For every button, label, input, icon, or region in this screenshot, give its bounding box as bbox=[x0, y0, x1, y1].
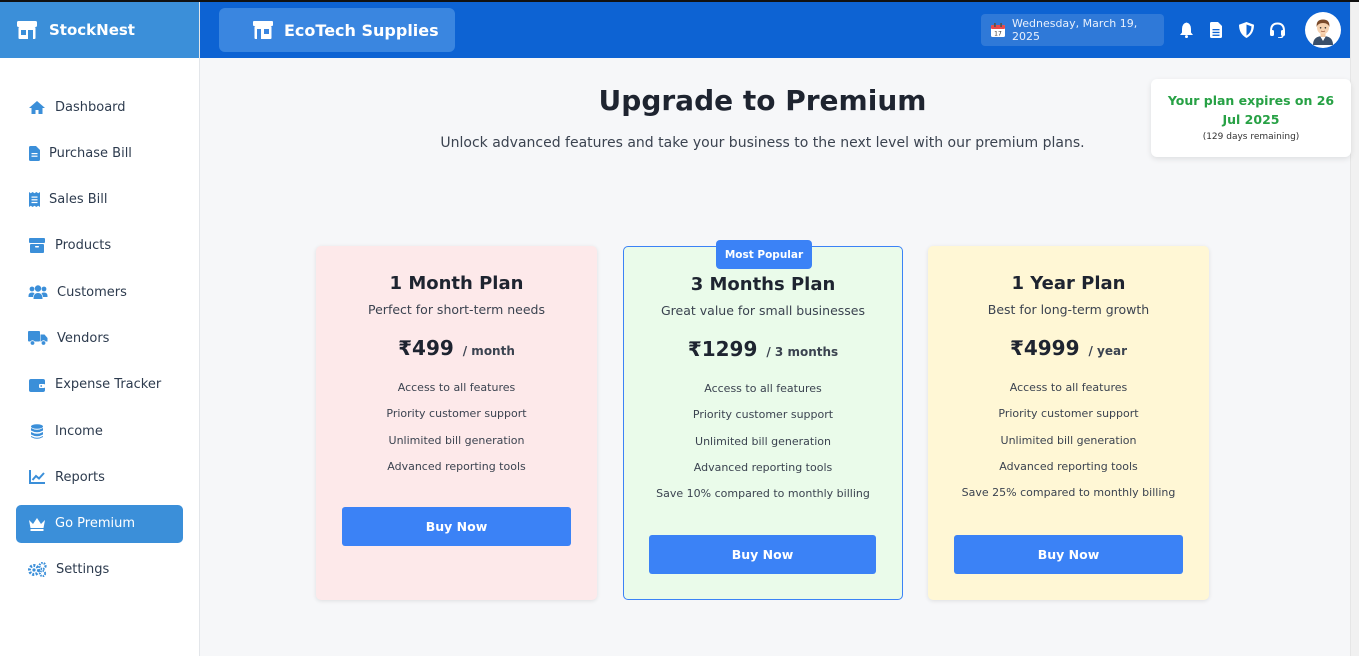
sidebar-item-purchase-bill[interactable]: Purchase Bill bbox=[16, 134, 183, 172]
plan-price: ₹1299 / 3 months bbox=[624, 337, 902, 361]
sidebar-item-label: Vendors bbox=[57, 330, 110, 346]
wallet-icon bbox=[28, 377, 46, 393]
plan-card-3-months: Most Popular 3 Months Plan Great value f… bbox=[623, 240, 903, 600]
shop-icon bbox=[253, 21, 273, 39]
sidebar-item-label: Reports bbox=[55, 469, 105, 485]
sidebar-item-label: Customers bbox=[57, 284, 127, 300]
home-icon bbox=[28, 99, 46, 115]
sidebar-item-reports[interactable]: Reports bbox=[16, 458, 183, 496]
sidebar-item-label: Purchase Bill bbox=[49, 145, 132, 161]
sidebar-item-go-premium[interactable]: Go Premium bbox=[16, 504, 183, 543]
gears-icon bbox=[28, 562, 47, 578]
plan-card-1-year: 1 Year Plan Best for long-term growth ₹4… bbox=[928, 246, 1209, 600]
feature-item: Advanced reporting tools bbox=[693, 460, 833, 474]
plan-tagline: Perfect for short-term needs bbox=[368, 302, 545, 317]
plan-card-1-month: 1 Month Plan Perfect for short-term need… bbox=[316, 246, 597, 600]
sidebar-item-label: Income bbox=[55, 423, 103, 439]
sidebar-item-sales-bill[interactable]: Sales Bill bbox=[16, 181, 183, 219]
sidebar-item-label: Settings bbox=[56, 562, 110, 578]
feature-list: Access to all features Priority customer… bbox=[316, 378, 597, 483]
sidebar-item-label: Products bbox=[55, 238, 112, 254]
users-icon bbox=[28, 284, 48, 300]
feature-item: Unlimited bill generation bbox=[388, 433, 525, 447]
feature-item: Priority customer support bbox=[386, 407, 527, 421]
feature-list: Access to all features Priority customer… bbox=[624, 379, 902, 510]
sidebar-item-settings[interactable]: Settings bbox=[16, 551, 183, 589]
document-icon[interactable] bbox=[1207, 21, 1225, 39]
sidebar-item-label: Sales Bill bbox=[49, 192, 108, 208]
buy-now-button[interactable]: Buy Now bbox=[342, 507, 571, 546]
calendar-icon: 17 bbox=[991, 23, 1005, 38]
feature-item: Save 25% compared to monthly billing bbox=[961, 486, 1176, 500]
shield-icon[interactable] bbox=[1237, 21, 1255, 39]
price-amount: ₹499 bbox=[398, 336, 454, 360]
store-name: EcoTech Supplies bbox=[284, 20, 439, 40]
sidebar-item-label: Expense Tracker bbox=[55, 377, 162, 393]
sidebar-item-label: Dashboard bbox=[55, 99, 126, 115]
date-display: 17 Wednesday, March 19, 2025 bbox=[981, 14, 1164, 46]
date-text: Wednesday, March 19, 2025 bbox=[1012, 17, 1138, 43]
sidebar-item-dashboard[interactable]: Dashboard bbox=[16, 88, 183, 126]
sidebar: StockNest Dashboard Purchase Bill Sales … bbox=[0, 2, 200, 656]
receipt-icon bbox=[28, 192, 40, 208]
feature-item: Unlimited bill generation bbox=[695, 434, 831, 448]
brand-name: StockNest bbox=[49, 21, 135, 39]
sidebar-nav: Dashboard Purchase Bill Sales Bill Produ… bbox=[0, 58, 199, 589]
avatar[interactable] bbox=[1305, 12, 1341, 48]
crown-icon bbox=[28, 516, 46, 532]
feature-item: Access to all features bbox=[704, 382, 822, 395]
box-icon bbox=[28, 238, 46, 254]
truck-icon bbox=[28, 330, 48, 346]
plan-price: ₹4999 / year bbox=[928, 336, 1209, 360]
plan-expiry-card: Your plan expires on 26 Jul 2025 (129 da… bbox=[1151, 79, 1351, 157]
buy-now-button[interactable]: Buy Now bbox=[649, 535, 876, 574]
top-header: EcoTech Supplies 17 Wednesday, March 19,… bbox=[200, 2, 1350, 58]
plan-name: 1 Year Plan bbox=[1011, 273, 1126, 294]
store-icon bbox=[16, 20, 38, 40]
feature-item: Save 10% compared to monthly billing bbox=[656, 487, 870, 501]
price-amount: ₹1299 bbox=[687, 337, 758, 361]
sidebar-item-income[interactable]: Income bbox=[16, 412, 183, 450]
bell-icon[interactable] bbox=[1177, 21, 1195, 39]
svg-text:17: 17 bbox=[994, 31, 1002, 38]
price-period: / month bbox=[462, 344, 515, 358]
sidebar-item-label: Go Premium bbox=[55, 516, 136, 532]
brand[interactable]: StockNest bbox=[0, 2, 199, 58]
feature-item: Unlimited bill generation bbox=[1000, 433, 1137, 447]
sidebar-item-expense-tracker[interactable]: Expense Tracker bbox=[16, 366, 183, 404]
plan-tagline: Great value for small businesses bbox=[660, 303, 865, 318]
plan-name: 3 Months Plan bbox=[690, 274, 836, 295]
most-popular-badge: Most Popular bbox=[716, 240, 812, 269]
feature-item: Access to all features bbox=[397, 381, 516, 394]
plan-tagline: Best for long-term growth bbox=[987, 302, 1150, 317]
price-period: / year bbox=[1088, 344, 1128, 358]
plan-expiry-text: Your plan expires on 26 Jul 2025 bbox=[1167, 93, 1335, 127]
chart-line-icon bbox=[28, 469, 46, 485]
feature-item: Advanced reporting tools bbox=[999, 459, 1138, 473]
buy-now-button[interactable]: Buy Now bbox=[954, 535, 1183, 574]
plan-name: 1 Month Plan bbox=[389, 273, 524, 294]
plan-price: ₹499 / month bbox=[316, 336, 597, 360]
sidebar-item-vendors[interactable]: Vendors bbox=[16, 319, 183, 357]
headset-icon[interactable] bbox=[1268, 21, 1286, 39]
scrollbar[interactable] bbox=[1350, 2, 1359, 656]
feature-item: Access to all features bbox=[1009, 381, 1128, 394]
feature-list: Access to all features Priority customer… bbox=[928, 378, 1209, 509]
feature-item: Priority customer support bbox=[998, 407, 1139, 421]
price-period: / 3 months bbox=[766, 345, 839, 359]
feature-item: Advanced reporting tools bbox=[387, 459, 526, 473]
price-amount: ₹4999 bbox=[1009, 336, 1080, 360]
sidebar-item-customers[interactable]: Customers bbox=[16, 273, 183, 311]
feature-item: Priority customer support bbox=[692, 408, 834, 422]
days-remaining: (129 days remaining) bbox=[1202, 132, 1300, 142]
sidebar-item-products[interactable]: Products bbox=[16, 227, 183, 265]
store-selector[interactable]: EcoTech Supplies bbox=[219, 8, 455, 52]
file-icon bbox=[28, 145, 40, 161]
coins-icon bbox=[28, 423, 46, 439]
